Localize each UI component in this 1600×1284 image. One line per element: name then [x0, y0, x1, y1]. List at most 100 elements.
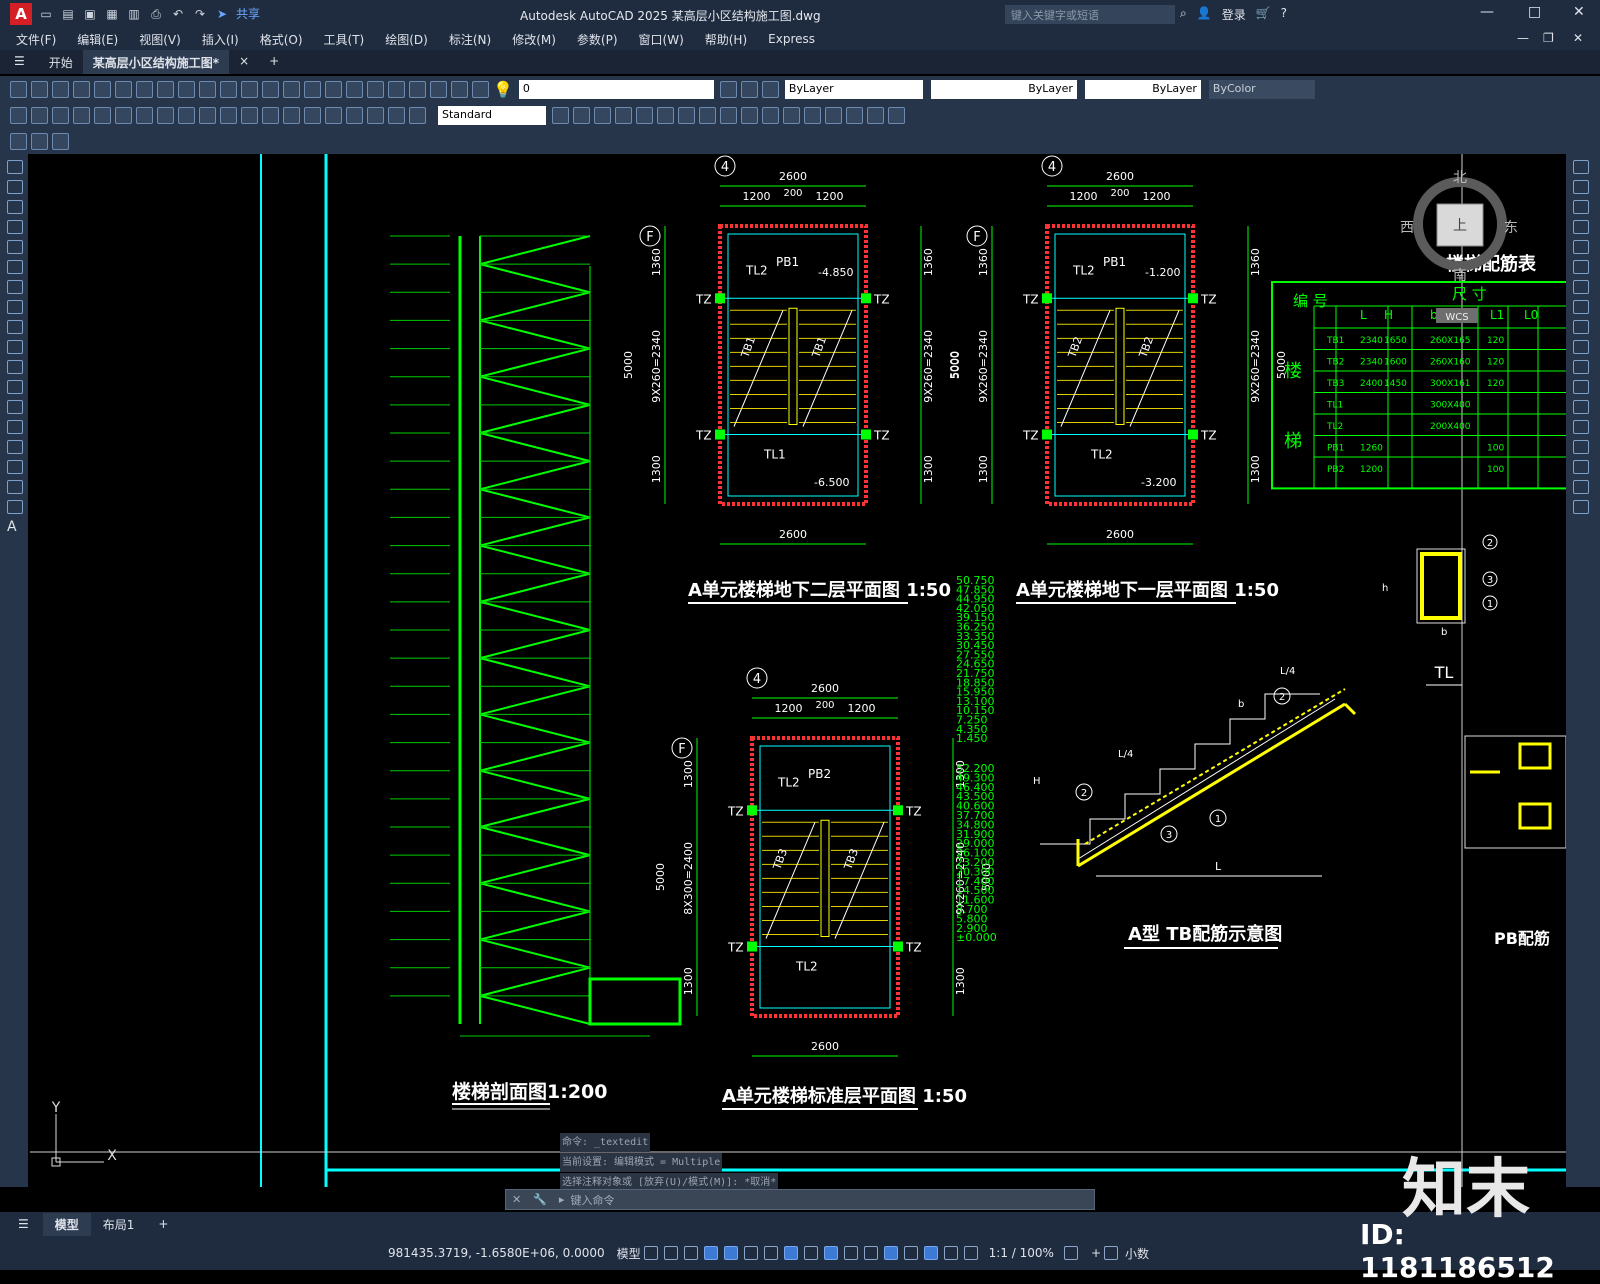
dim-space-icon[interactable]	[241, 106, 258, 124]
dim-update-icon[interactable]	[409, 106, 426, 124]
array-icon[interactable]	[1573, 240, 1589, 254]
wipeout-icon[interactable]	[846, 106, 863, 124]
close-icon[interactable]: ✕	[512, 1193, 521, 1206]
point-icon[interactable]	[7, 420, 23, 434]
infer-icon[interactable]	[683, 1246, 698, 1260]
group-select-icon[interactable]	[699, 106, 716, 124]
plus-icon[interactable]: +	[1091, 1246, 1101, 1260]
model-space-button[interactable]: 模型	[617, 1245, 641, 1262]
table-icon[interactable]	[7, 500, 23, 514]
open-icon[interactable]: ▤	[60, 6, 76, 22]
paste-icon[interactable]	[178, 80, 195, 98]
new-icon[interactable]: ▭	[38, 6, 54, 22]
workspace-settings-icon[interactable]	[52, 132, 69, 150]
dynamic-ucs-icon[interactable]	[883, 1246, 898, 1260]
menu-file[interactable]: 文件(F)	[16, 31, 56, 48]
view-back-icon[interactable]	[594, 106, 611, 124]
circle-icon[interactable]	[7, 280, 23, 294]
tolerance-icon[interactable]	[283, 106, 300, 124]
sheet-set-icon[interactable]	[409, 80, 426, 98]
layer-manager-icon[interactable]	[472, 80, 489, 98]
snap-icon[interactable]	[663, 1246, 678, 1260]
inspect-icon[interactable]	[325, 106, 342, 124]
copy-icon[interactable]	[157, 80, 174, 98]
cut-icon[interactable]	[136, 80, 153, 98]
publish-icon[interactable]: ▥	[126, 6, 142, 22]
login-label[interactable]: 登录	[1222, 6, 1246, 23]
annotation-visibility-icon[interactable]	[943, 1246, 958, 1260]
text-front-icon[interactable]	[804, 106, 821, 124]
dim-text-edit-icon[interactable]	[388, 106, 405, 124]
extend-icon[interactable]	[1573, 360, 1589, 374]
jogged-icon[interactable]	[115, 106, 132, 124]
boundary-icon[interactable]	[888, 106, 905, 124]
chamfer-icon[interactable]	[1573, 440, 1589, 454]
tab-start[interactable]: 开始	[39, 50, 83, 74]
help-icon[interactable]: ?	[1281, 6, 1287, 23]
lightbulb-icon[interactable]: 💡	[493, 80, 513, 99]
polar-icon[interactable]	[723, 1246, 738, 1260]
polyline-icon[interactable]	[7, 200, 23, 214]
menu-dimension[interactable]: 标注(N)	[449, 31, 491, 48]
baseline-icon[interactable]	[199, 106, 216, 124]
explode-icon[interactable]	[1573, 500, 1589, 514]
menu-help[interactable]: 帮助(H)	[705, 31, 747, 48]
region-icon[interactable]	[7, 480, 23, 494]
quick-dim-icon[interactable]	[178, 106, 195, 124]
menu-edit[interactable]: 编辑(E)	[77, 31, 118, 48]
share-label[interactable]: 共享	[236, 6, 260, 22]
new-icon[interactable]	[10, 80, 27, 98]
copy-object-icon[interactable]	[1573, 180, 1589, 194]
fillet-icon[interactable]	[1573, 460, 1589, 474]
preview-icon[interactable]	[94, 80, 111, 98]
layer-dropdown[interactable]: 0	[518, 79, 714, 99]
print-icon[interactable]: ⎙	[148, 6, 164, 22]
arc-icon[interactable]	[7, 260, 23, 274]
ungroup-icon[interactable]	[657, 106, 674, 124]
draw-order-front-icon[interactable]	[720, 106, 737, 124]
add-layout-button[interactable]: +	[146, 1214, 180, 1234]
command-input-bar[interactable]: ✕ 🔧 ▸ 键入命令	[505, 1189, 1095, 1210]
hatch-back-icon[interactable]	[825, 106, 842, 124]
dim-break-icon[interactable]	[262, 106, 279, 124]
doc-restore-icon[interactable]: ❐	[1543, 31, 1554, 45]
blend-icon[interactable]	[1573, 480, 1589, 494]
transparency-icon[interactable]	[823, 1246, 838, 1260]
trim-icon[interactable]	[1573, 340, 1589, 354]
break-at-point-icon[interactable]	[1573, 380, 1589, 394]
share-icon[interactable]: ➤	[214, 6, 230, 22]
layer-states-icon[interactable]	[761, 80, 779, 98]
workspace-icon[interactable]	[10, 132, 27, 150]
make-current-icon[interactable]	[719, 80, 737, 98]
units-dropdown[interactable]: 小数	[1125, 1245, 1149, 1262]
tool-palette-icon[interactable]	[388, 80, 405, 98]
customize-icon[interactable]: 🔧	[533, 1193, 547, 1206]
user-icon[interactable]: 👤	[1197, 6, 1212, 23]
line-icon[interactable]	[7, 160, 23, 174]
otrack-icon[interactable]	[763, 1246, 778, 1260]
search-icon[interactable]: ⌕	[1180, 6, 1187, 23]
3d-osnap-icon[interactable]	[863, 1246, 878, 1260]
selection-filter-icon[interactable]	[903, 1246, 918, 1260]
undo-icon[interactable]: ↶	[170, 6, 186, 22]
undo-icon[interactable]	[220, 80, 237, 98]
dim-edit-icon[interactable]	[367, 106, 384, 124]
open-icon[interactable]	[31, 80, 48, 98]
tab-close-icon[interactable]: ×	[229, 50, 259, 74]
autocad-logo[interactable]: A	[10, 3, 32, 25]
selection-cycling-icon[interactable]	[843, 1246, 858, 1260]
plotstyle-dropdown[interactable]: ByColor	[1208, 79, 1315, 99]
gradient-icon[interactable]	[7, 460, 23, 474]
redo-icon[interactable]	[241, 80, 258, 98]
tab-layout1[interactable]: 布局1	[91, 1213, 147, 1236]
help-icon[interactable]	[451, 80, 468, 98]
color-dropdown[interactable]: ByLayer	[784, 79, 923, 99]
menu-window[interactable]: 窗口(W)	[639, 31, 684, 48]
annotation-scale[interactable]: 1:1 / 100%	[989, 1246, 1054, 1260]
erase-icon[interactable]	[1573, 160, 1589, 174]
units-icon[interactable]	[1104, 1246, 1119, 1260]
zoom-previous-icon[interactable]	[325, 80, 342, 98]
stretch-icon[interactable]	[1573, 320, 1589, 334]
offset-icon[interactable]	[1573, 220, 1589, 234]
aligned-dim-icon[interactable]	[31, 106, 48, 124]
